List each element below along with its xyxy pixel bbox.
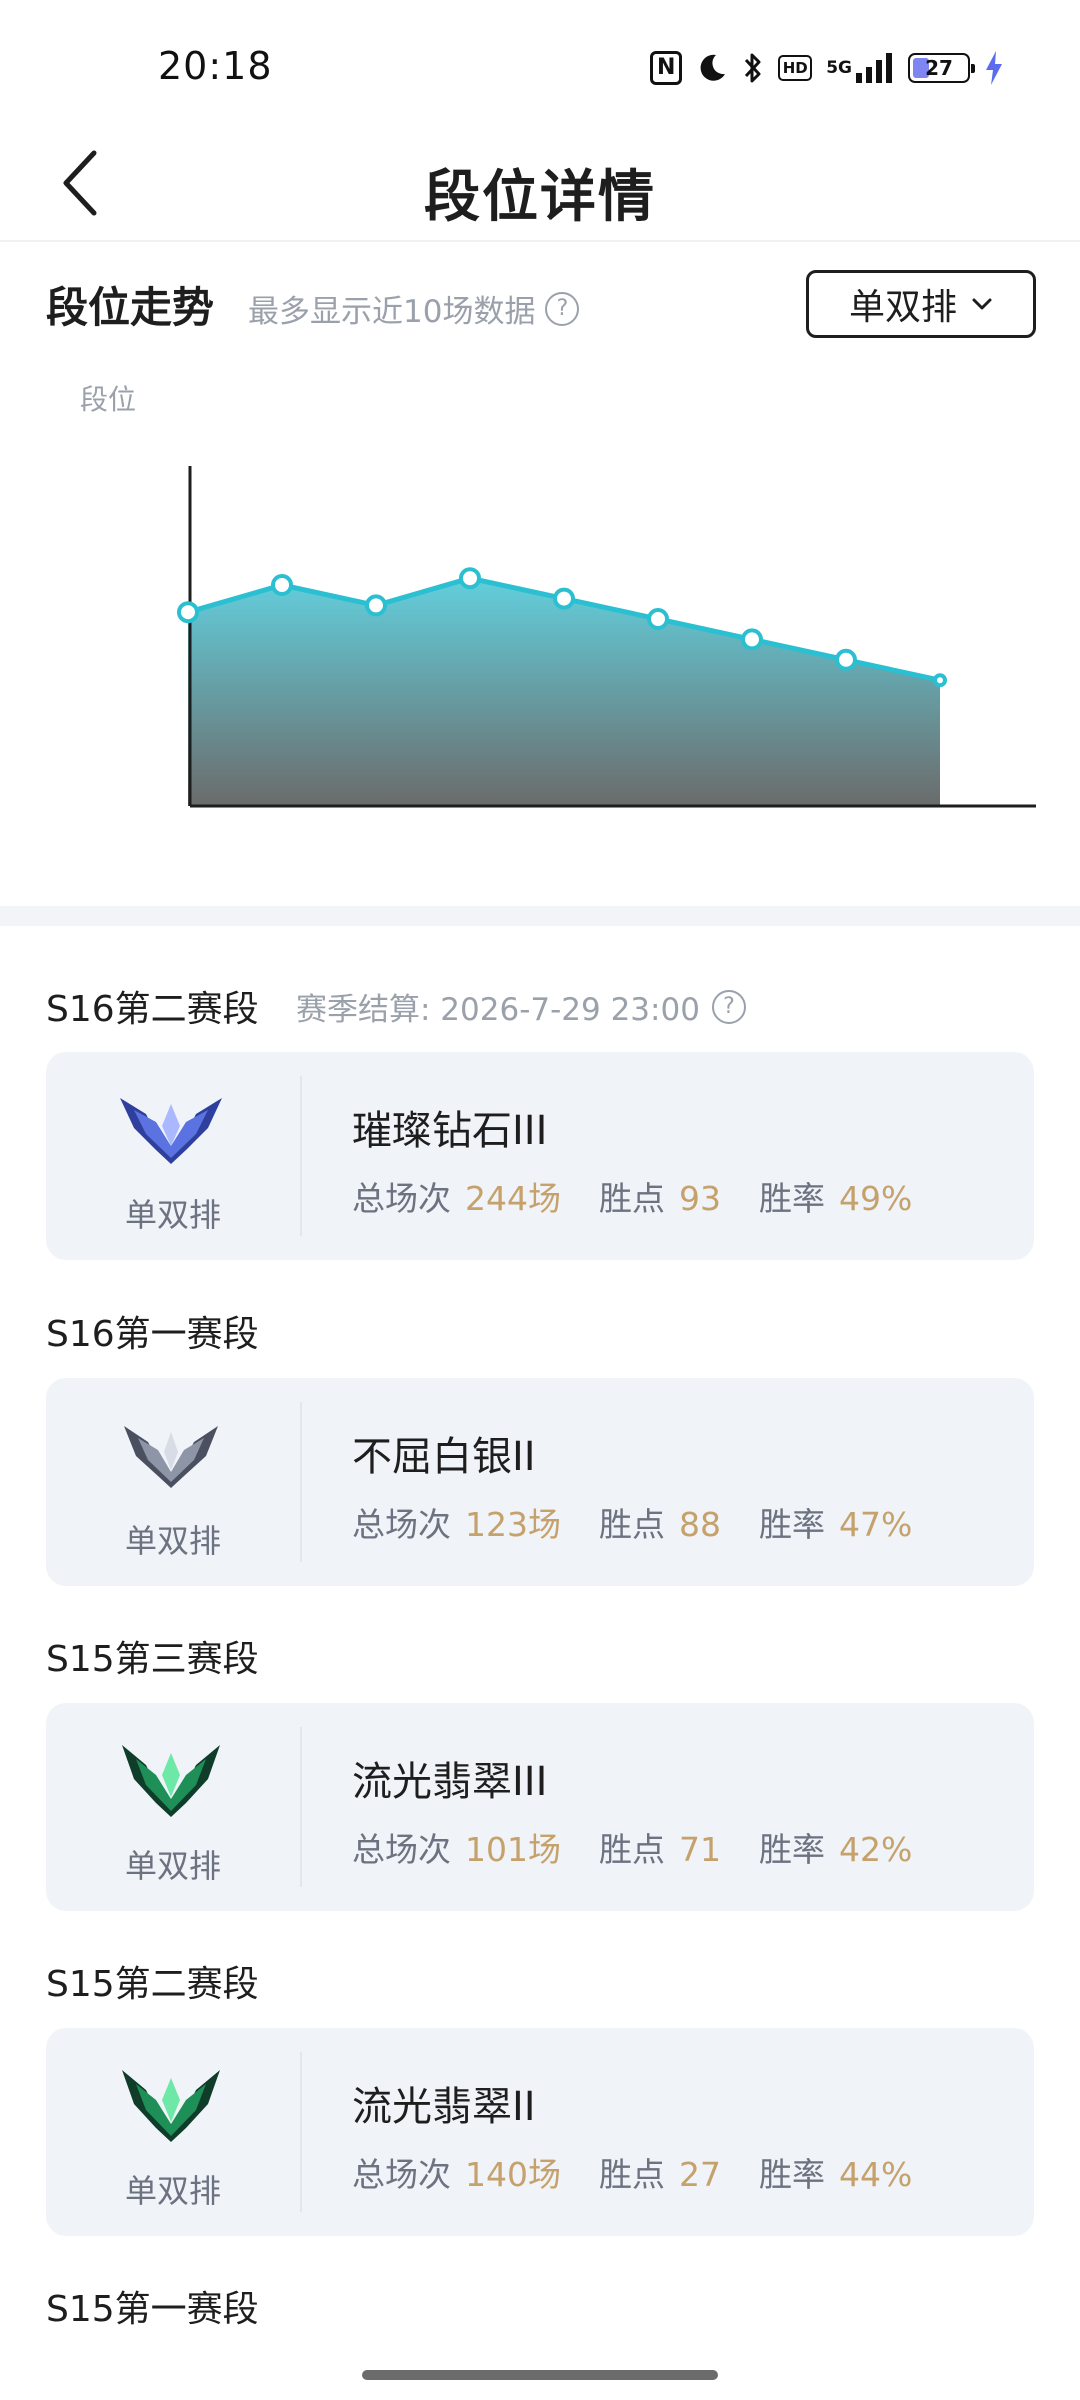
games-value: 101场 [465,1830,561,1869]
trend-point[interactable] [741,628,763,651]
status-icons: N HD 5G 27 [650,48,1004,88]
home-indicator[interactable] [362,2370,718,2380]
trend-header: 段位走势 最多显示近10场数据 ? 单双排 [46,270,1036,340]
emerald-emblem-icon [122,1745,220,1817]
rank-card[interactable]: 单双排 璀璨钻石III 总场次 244场 胜点 93 胜率 49% [46,1052,1034,1260]
rank-card-emblem-area: 单双排 [46,1703,300,1911]
trend-subtitle: 最多显示近10场数据 ? [248,286,580,331]
season-label: S15第三赛段 [46,1639,259,1680]
points-value: 88 [679,1505,721,1544]
rank-name: 璀璨钻石III [352,1108,548,1154]
battery-icon: 27 [908,53,975,83]
season-label: S15第一赛段 [46,2289,259,2330]
status-time: 20:18 [158,44,273,88]
silver-emblem-icon [124,1426,218,1488]
points-label: 胜点 [599,2155,665,2194]
trend-point[interactable] [177,601,199,624]
charging-icon [984,49,1004,87]
hd-icon: HD [778,55,813,81]
games-value: 140场 [465,2155,561,2194]
season-label: S16第一赛段 [46,1314,259,1355]
trend-point[interactable] [647,608,669,630]
season-label: S15第二赛段 [46,1964,259,2005]
games-value: 244场 [465,1179,561,1218]
trend-point[interactable] [271,574,293,596]
nfc-icon: N [650,51,683,85]
chevron-down-icon [972,298,992,310]
card-divider [300,1076,302,1236]
moon-icon [696,49,728,87]
card-divider [300,1727,302,1887]
queue-label: 单双排 [124,2172,221,2210]
rank-card-emblem-area: 单双排 [46,2028,300,2236]
card-divider [300,2052,302,2212]
queue-mode-value: 单双排 [848,287,957,328]
winrate-label: 胜率 [759,2155,825,2194]
rank-name: 不屈白银II [352,1434,536,1480]
winrate-label: 胜率 [759,1830,825,1869]
points-value: 27 [679,2155,721,2194]
question-circle-icon[interactable]: ? [711,989,746,1024]
games-label: 总场次 [352,1505,451,1544]
bluetooth-icon [742,49,764,87]
emerald-emblem-icon [122,2070,220,2142]
rank-stats: 总场次 123场 胜点 88 胜率 47% [352,1498,950,1546]
rank-card[interactable]: 单双排 流光翡翠III 总场次 101场 胜点 71 胜率 42% [46,1703,1034,1911]
title-bar: 段位详情 [0,130,1080,242]
trend-point[interactable] [933,673,947,688]
queue-mode-select[interactable]: 单双排 [806,270,1036,338]
battery-level: 27 [925,56,953,80]
page-title: 段位详情 [424,165,656,230]
section-divider [0,906,1080,926]
rank-card[interactable]: 单双排 流光翡翠II 总场次 140场 胜点 27 胜率 44% [46,2028,1034,2236]
points-label: 胜点 [599,1505,665,1544]
card-divider [300,1402,302,1562]
question-circle-icon[interactable]: ? [545,291,580,326]
rank-name: 流光翡翠II [352,2084,536,2130]
queue-label: 单双排 [124,1522,221,1560]
5g-signal-icon: 5G [826,49,894,87]
trend-subtitle-text: 最多显示近10场数据 [248,294,536,330]
season-settle-info: 赛季结算: 2026-7-29 23:00 ? [296,984,746,1029]
queue-label: 单双排 [124,1847,221,1885]
games-label: 总场次 [352,1179,451,1218]
trend-point[interactable] [835,648,857,671]
winrate-label: 胜率 [759,1179,825,1218]
rank-stats: 总场次 101场 胜点 71 胜率 42% [352,1823,950,1871]
trend-point[interactable] [553,587,575,610]
rank-stats: 总场次 140场 胜点 27 胜率 44% [352,2148,950,2196]
rank-card-emblem-area: 单双排 [46,1052,300,1260]
season-label: S16第二赛段 [46,989,259,1030]
queue-label: 单双排 [124,1196,221,1234]
games-value: 123场 [465,1505,561,1544]
winrate-value: 44% [839,2155,913,2194]
diamond-emblem-icon [120,1098,222,1164]
winrate-label: 胜率 [759,1505,825,1544]
winrate-value: 42% [839,1830,913,1869]
rank-card-emblem-area: 单双排 [46,1378,300,1586]
rank-trend-chart [177,466,1036,808]
points-label: 胜点 [599,1830,665,1869]
season-settle-text: 赛季结算: 2026-7-29 23:00 [296,992,700,1028]
games-label: 总场次 [352,1830,451,1869]
points-label: 胜点 [599,1179,665,1218]
trend-point[interactable] [459,567,481,590]
y-axis-label: 段位 [80,383,137,416]
trend-title: 段位走势 [46,283,215,332]
points-value: 93 [679,1179,721,1218]
winrate-value: 49% [839,1179,913,1218]
games-label: 总场次 [352,2155,451,2194]
rank-name: 流光翡翠III [352,1759,548,1805]
points-value: 71 [679,1830,721,1869]
rank-stats: 总场次 244场 胜点 93 胜率 49% [352,1172,950,1220]
status-bar: 20:18 N HD 5G 27 [0,0,1080,130]
network-label: 5G [826,58,852,78]
trend-point[interactable] [365,594,387,617]
winrate-value: 47% [839,1505,913,1544]
rank-card[interactable]: 单双排 不屈白银II 总场次 123场 胜点 88 胜率 47% [46,1378,1034,1586]
trend-area [188,578,940,806]
